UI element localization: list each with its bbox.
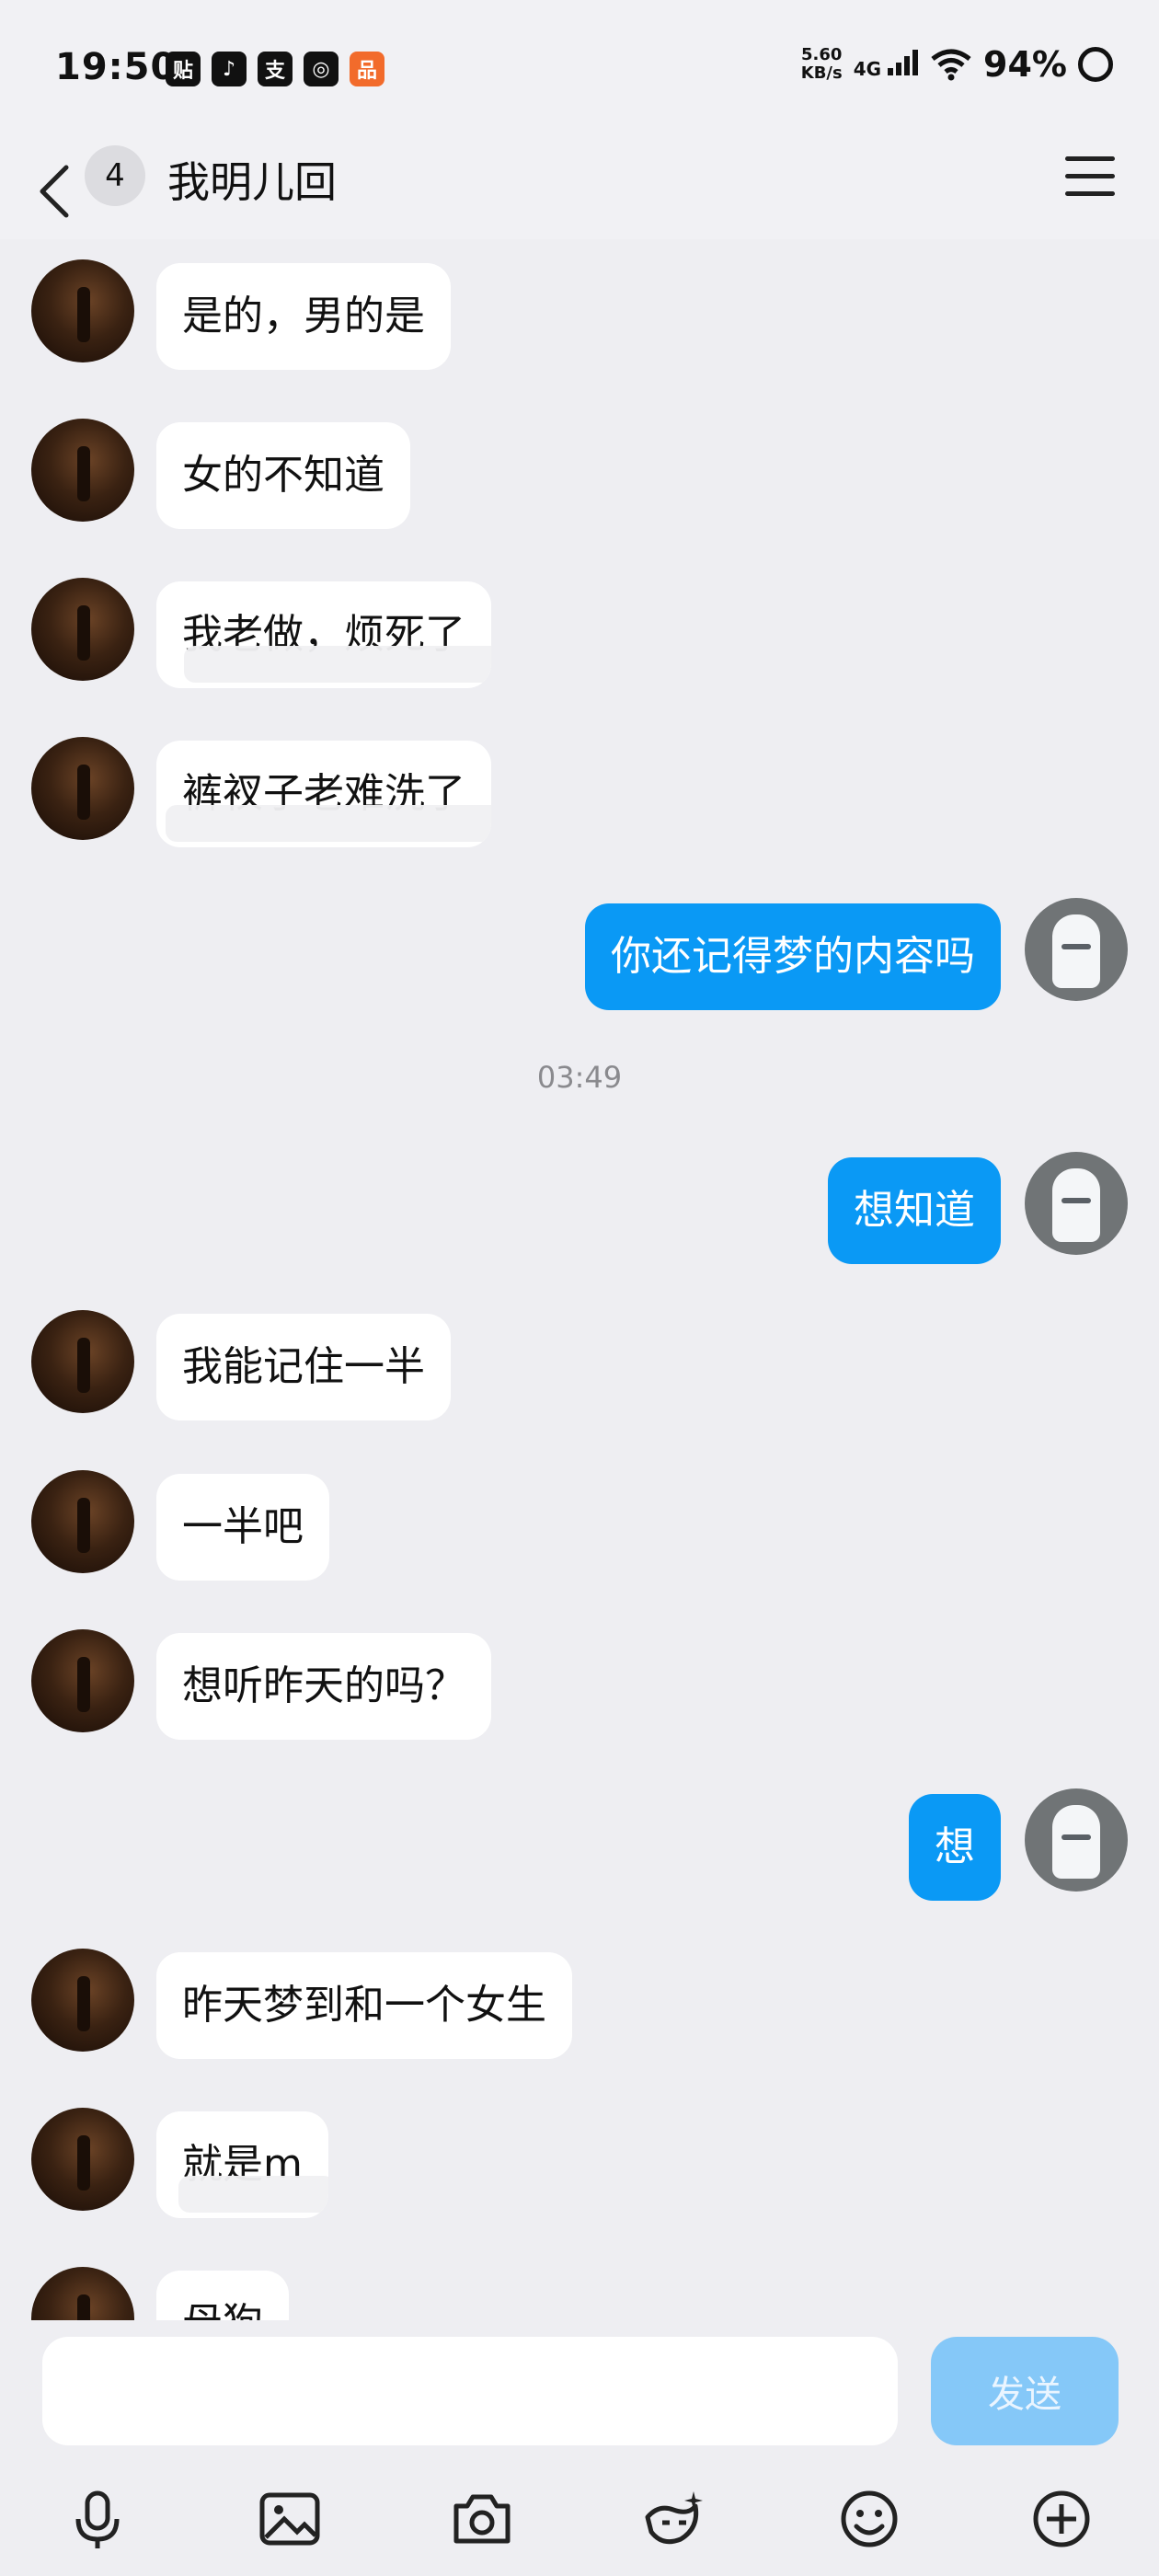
voice-button[interactable] (63, 2484, 132, 2554)
message-list[interactable]: 是的，男的是 女的不知道 我老做，烦死了 裤衩子老难洗了 你还记得梦的内容吗 0… (0, 239, 1159, 2320)
message-row: 母狗 (0, 2267, 1159, 2320)
unread-count-badge: 4 (85, 145, 145, 206)
message-input[interactable] (42, 2337, 898, 2445)
tieba-app-icon: 贴 (166, 52, 201, 86)
outgoing-message[interactable]: 想 (909, 1794, 1001, 1901)
contact-avatar[interactable] (31, 419, 134, 522)
message-row: 就是m (0, 2108, 1159, 2218)
network-speed-value: 5.60 (801, 45, 843, 64)
menu-icon-line (1065, 174, 1115, 178)
wechat-app-icon: ◎ (304, 52, 339, 86)
status-bar: 19:50 贴 ♪ 支 ◎ 品 5.60 KB/s 4G 94% (0, 0, 1159, 138)
message-row: 我老做，烦死了 (0, 578, 1159, 688)
battery-ring-icon (1078, 47, 1113, 82)
taobao-app-icon: 品 (350, 52, 384, 86)
network-speed-unit: KB/s (800, 63, 843, 83)
network-speed: 5.60 KB/s (801, 46, 843, 83)
incoming-message[interactable]: 我能记住一半 (156, 1314, 451, 1420)
message-row: 我能记住一半 (0, 1310, 1159, 1420)
gallery-button[interactable] (255, 2484, 325, 2554)
status-app-icons: 贴 ♪ 支 ◎ 品 (166, 52, 384, 86)
message-row: 是的，男的是 (0, 259, 1159, 370)
incoming-message[interactable]: 母狗 (156, 2271, 289, 2320)
message-row: 昨天梦到和一个女生 (0, 1949, 1159, 2059)
network-type: 4G (853, 57, 882, 80)
send-button[interactable]: 发送 (931, 2337, 1119, 2445)
incoming-message[interactable]: 我老做，烦死了 (156, 581, 491, 688)
message-row: 你还记得梦的内容吗 (0, 898, 1159, 1010)
contact-avatar[interactable] (31, 1470, 134, 1573)
outgoing-message[interactable]: 你还记得梦的内容吗 (585, 903, 1001, 1010)
contact-avatar[interactable] (31, 2267, 134, 2320)
message-row: 裤衩子老难洗了 (0, 737, 1159, 847)
microphone-icon (75, 2490, 120, 2548)
alipay-app-icon: 支 (258, 52, 293, 86)
incoming-message[interactable]: 裤衩子老难洗了 (156, 741, 491, 847)
wifi-icon (931, 49, 971, 81)
back-button[interactable] (33, 164, 79, 219)
camera-icon (453, 2494, 511, 2544)
emoji-button[interactable] (834, 2484, 904, 2554)
composer: 发送 (0, 2320, 1159, 2576)
camera-button[interactable] (447, 2484, 517, 2554)
redaction-blur (178, 2176, 328, 2213)
redaction-blur (184, 646, 491, 683)
contact-avatar[interactable] (31, 737, 134, 840)
plus-icon (1033, 2490, 1090, 2547)
outgoing-message[interactable]: 想知道 (828, 1157, 1001, 1264)
contact-avatar[interactable] (31, 2108, 134, 2211)
incoming-message[interactable]: 女的不知道 (156, 422, 410, 529)
message-row: 想知道 (0, 1152, 1159, 1264)
emoji-icon (841, 2490, 898, 2547)
own-avatar[interactable] (1025, 1788, 1128, 1892)
composer-toolbar (0, 2484, 1159, 2567)
message-row: 想 (0, 1788, 1159, 1901)
menu-button[interactable] (1065, 156, 1115, 197)
signal-icon: 4G (853, 49, 919, 80)
sticker-button[interactable] (638, 2484, 708, 2554)
status-time: 19:50 (55, 46, 178, 88)
more-button[interactable] (1027, 2484, 1096, 2554)
sticker-icon (645, 2491, 703, 2545)
contact-avatar[interactable] (31, 578, 134, 681)
contact-avatar[interactable] (31, 1949, 134, 2052)
message-row: 女的不知道 (0, 419, 1159, 529)
contact-avatar[interactable] (31, 1629, 134, 1732)
own-avatar[interactable] (1025, 1152, 1128, 1255)
message-row: 想听昨天的吗？ (0, 1629, 1159, 1740)
menu-icon-line (1065, 191, 1115, 196)
incoming-message[interactable]: 是的，男的是 (156, 263, 451, 370)
signal-bars-icon (888, 49, 919, 75)
incoming-message[interactable]: 想听昨天的吗？ (156, 1633, 491, 1740)
message-timestamp: 03:49 (536, 1060, 623, 1095)
incoming-message[interactable]: 就是m (156, 2111, 328, 2218)
message-row: 一半吧 (0, 1470, 1159, 1581)
battery-level: 94% (983, 44, 1067, 85)
contact-avatar[interactable] (31, 259, 134, 362)
incoming-message[interactable]: 昨天梦到和一个女生 (156, 1952, 572, 2059)
image-icon (259, 2492, 320, 2546)
tiktok-app-icon: ♪ (212, 52, 247, 86)
menu-icon-line (1065, 156, 1115, 161)
incoming-message[interactable]: 一半吧 (156, 1474, 329, 1581)
own-avatar[interactable] (1025, 898, 1128, 1001)
status-indicators: 5.60 KB/s 4G 94% (801, 44, 1113, 85)
redaction-blur (166, 805, 491, 842)
contact-avatar[interactable] (31, 1310, 134, 1413)
chat-title[interactable]: 我明儿回 (167, 149, 337, 210)
chevron-left-icon (40, 165, 69, 218)
